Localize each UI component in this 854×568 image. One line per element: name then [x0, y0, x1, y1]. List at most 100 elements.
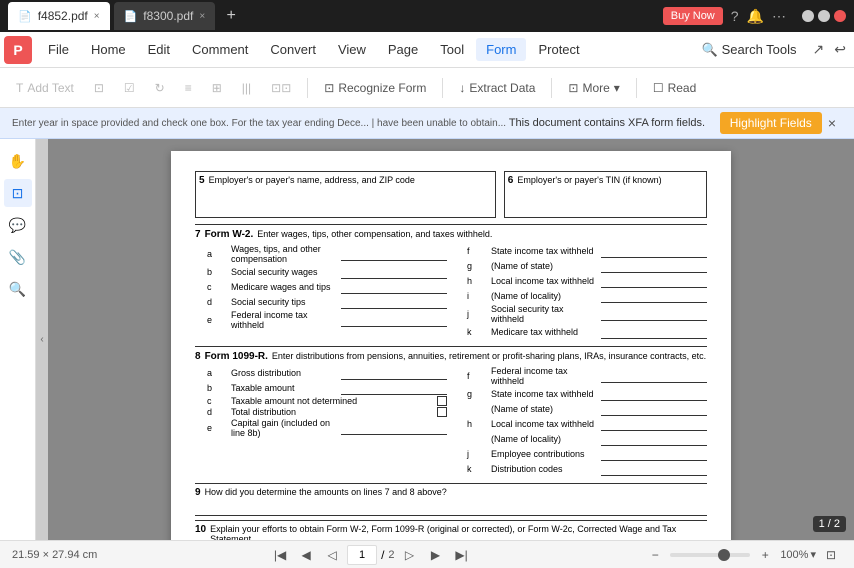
- section-9-line[interactable]: [195, 502, 707, 516]
- crop-button[interactable]: ⊡: [86, 74, 112, 102]
- sidebar-attachment-icon[interactable]: 📎: [4, 243, 32, 271]
- menu-protect[interactable]: Protect: [528, 38, 589, 61]
- field-8f-input[interactable]: [601, 369, 707, 383]
- undo-icon[interactable]: ↩: [830, 37, 850, 62]
- menu-page[interactable]: Page: [378, 38, 428, 61]
- highlight-fields-button[interactable]: Highlight Fields: [720, 112, 822, 134]
- fit-page-button[interactable]: ⊡: [820, 544, 842, 566]
- section-7: 7 Form W-2. Enter wages, tips, other com…: [195, 224, 707, 340]
- field-8b-input[interactable]: [341, 381, 447, 395]
- recognize-form-button[interactable]: ⊡ Recognize Form: [316, 74, 434, 102]
- menu-comment[interactable]: Comment: [182, 38, 258, 61]
- menu-file[interactable]: File: [38, 38, 79, 61]
- first-page-button[interactable]: |◀: [269, 544, 291, 566]
- field-7c: c Medicare wages and tips: [195, 280, 447, 294]
- field-8h1: (Name of state): [455, 402, 707, 416]
- field-8e-input[interactable]: [341, 421, 447, 435]
- field-7a-input[interactable]: [341, 247, 447, 261]
- search-tools-button[interactable]: 🔍 Search Tools: [692, 38, 807, 62]
- next-page-button[interactable]: ▷: [399, 544, 421, 566]
- page-badge: 1 / 2: [813, 516, 846, 532]
- tab-f4852[interactable]: 📄 f4852.pdf ×: [8, 2, 110, 30]
- collapse-handle[interactable]: ‹: [36, 139, 48, 540]
- menu-form[interactable]: Form: [476, 38, 526, 61]
- zoom-slider[interactable]: [670, 553, 750, 557]
- table-button[interactable]: ⊞: [204, 74, 230, 102]
- minimize-button[interactable]: [802, 10, 814, 22]
- field-8h-input[interactable]: [601, 417, 707, 431]
- tab-f4852-close[interactable]: ×: [94, 11, 100, 22]
- field-8c-checkbox[interactable]: [437, 396, 447, 406]
- field-7i-input[interactable]: [601, 289, 707, 303]
- sidebar-pages-icon[interactable]: ⊡: [4, 179, 32, 207]
- menu-convert[interactable]: Convert: [260, 38, 326, 61]
- field-7d-input[interactable]: [341, 295, 447, 309]
- next-page-button2[interactable]: ▶: [425, 544, 447, 566]
- field-8j-input[interactable]: [601, 447, 707, 461]
- field-8d-checkbox[interactable]: [437, 407, 447, 417]
- zoom-out-button[interactable]: −: [644, 544, 666, 566]
- notification-icon[interactable]: 🔔: [747, 8, 764, 25]
- zoom-thumb[interactable]: [718, 549, 730, 561]
- field-7h-input[interactable]: [601, 274, 707, 288]
- field-7c-input[interactable]: [341, 280, 447, 294]
- section-7-num: 7: [195, 229, 201, 240]
- field-7b-input[interactable]: [341, 265, 447, 279]
- field-7g-input[interactable]: [601, 259, 707, 273]
- last-page-button[interactable]: ▶|: [451, 544, 473, 566]
- share-icon[interactable]: ↗: [809, 37, 829, 62]
- more-controls-button[interactable]: ⊡⊡: [263, 74, 299, 102]
- zoom-dropdown[interactable]: 100% ▾: [780, 548, 816, 561]
- add-text-button[interactable]: T Add Text: [8, 74, 82, 102]
- more-button[interactable]: ⊡ More ▾: [560, 74, 627, 102]
- field-7f-input[interactable]: [601, 244, 707, 258]
- maximize-button[interactable]: [818, 10, 830, 22]
- menu-view[interactable]: View: [328, 38, 376, 61]
- field-7e: e Federal income tax withheld: [195, 310, 447, 330]
- zoom-chevron: ▾: [810, 548, 816, 561]
- sidebar-hand-icon[interactable]: ✋: [4, 147, 32, 175]
- more-icon[interactable]: ⋯: [772, 8, 786, 25]
- tab-f8300-close[interactable]: ×: [199, 11, 205, 22]
- field-8h: h Local income tax withheld: [455, 417, 707, 431]
- menu-tool[interactable]: Tool: [430, 38, 474, 61]
- sidebar-comment-icon[interactable]: 💬: [4, 211, 32, 239]
- barcode-button[interactable]: |||: [234, 74, 259, 102]
- crop-icon: ⊡: [94, 81, 104, 95]
- field-7j-input[interactable]: [601, 307, 707, 321]
- align-icon: ≡: [185, 81, 192, 95]
- notification-close-button[interactable]: ×: [822, 113, 842, 133]
- pdf-scroll[interactable]: 5 Employer's or payer's name, address, a…: [48, 139, 854, 540]
- add-tab-button[interactable]: +: [219, 4, 243, 28]
- field-8g-input[interactable]: [601, 387, 707, 401]
- section-5-header: 5 Employer's or payer's name, address, a…: [199, 175, 492, 186]
- field-7k-input[interactable]: [601, 325, 707, 339]
- tab-f8300[interactable]: 📄 f8300.pdf ×: [114, 2, 216, 30]
- menu-home[interactable]: Home: [81, 38, 136, 61]
- field-8k-input[interactable]: [601, 462, 707, 476]
- field-8i-input[interactable]: [601, 432, 707, 446]
- buy-now-button[interactable]: Buy Now: [663, 7, 723, 25]
- section-7-desc: Enter wages, tips, other compensation, a…: [257, 229, 492, 239]
- field-8a-input[interactable]: [341, 366, 447, 380]
- sidebar-search-icon[interactable]: 🔍: [4, 275, 32, 303]
- help-icon[interactable]: ?: [731, 8, 739, 24]
- page-number-input[interactable]: 1: [347, 545, 377, 565]
- zoom-in-button[interactable]: +: [754, 544, 776, 566]
- read-button[interactable]: ☐ Read: [645, 74, 704, 102]
- section-8-header: 8 Form 1099-R. Enter distributions from …: [195, 351, 707, 362]
- section-10-num: 10: [195, 524, 206, 535]
- extract-data-button[interactable]: ↓ Extract Data: [451, 74, 543, 102]
- checkbox-button[interactable]: ☑: [116, 74, 143, 102]
- align-button[interactable]: ≡: [177, 74, 200, 102]
- section-10: 10 Explain your efforts to obtain Form W…: [195, 520, 707, 540]
- menu-edit[interactable]: Edit: [138, 38, 180, 61]
- field-8h1-input[interactable]: [601, 402, 707, 416]
- pdf-page: 5 Employer's or payer's name, address, a…: [171, 151, 731, 540]
- rotate-button[interactable]: ↻: [147, 74, 173, 102]
- section-8-right: f Federal income tax withheld g State in…: [455, 365, 707, 477]
- prev-page-button[interactable]: ◀: [295, 544, 317, 566]
- close-button[interactable]: [834, 10, 846, 22]
- field-7e-input[interactable]: [341, 313, 447, 327]
- prev-page-button2[interactable]: ◁: [321, 544, 343, 566]
